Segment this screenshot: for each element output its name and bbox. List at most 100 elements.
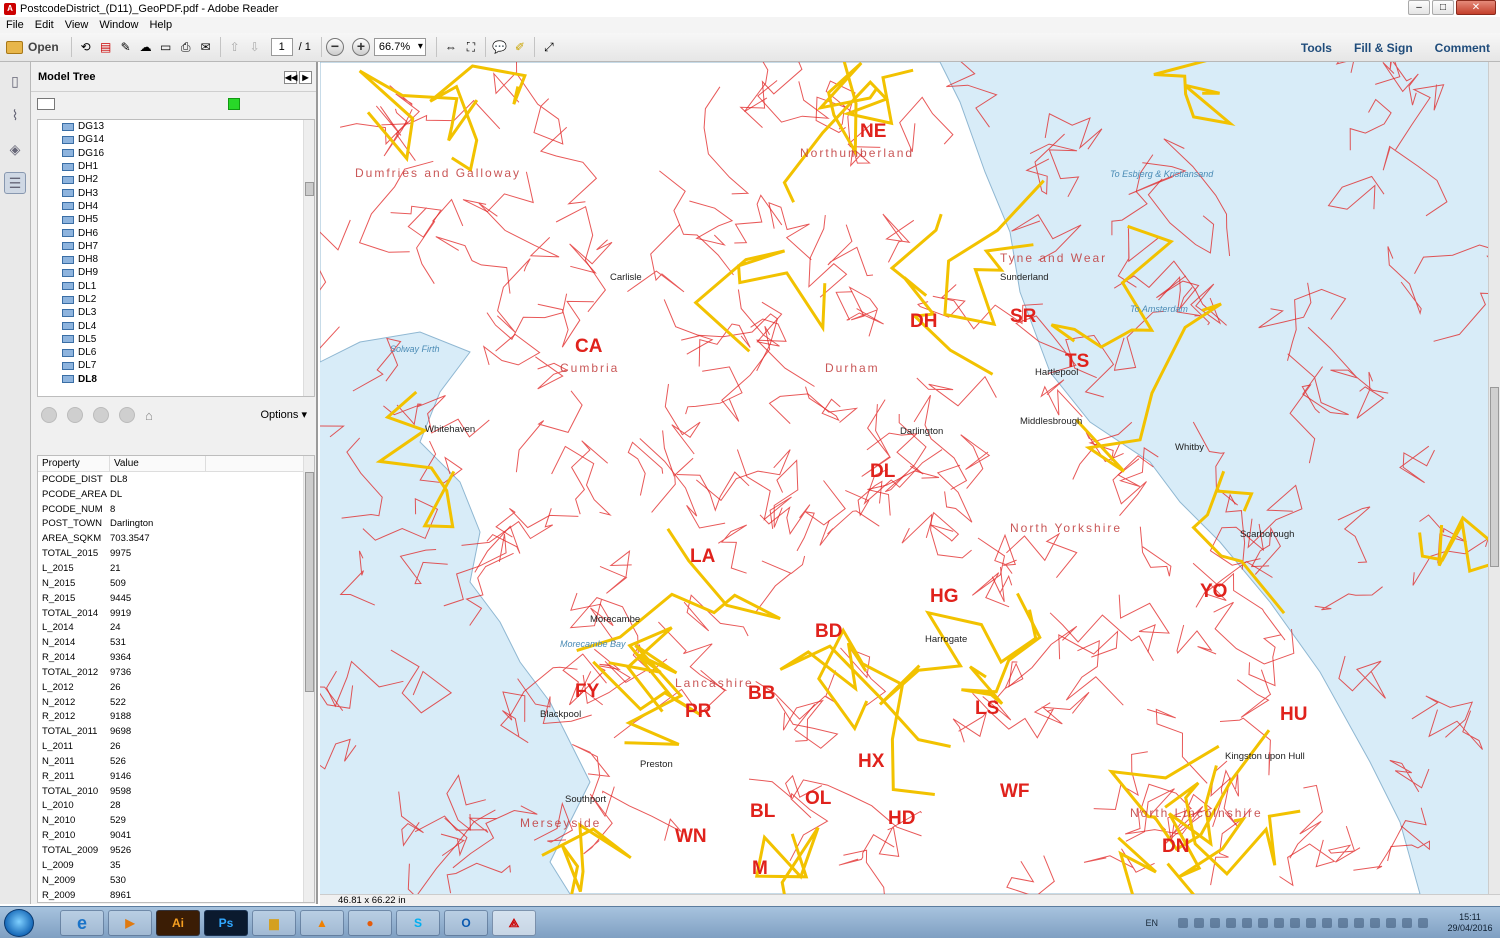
- status-bar: 46.81 x 66.22 in: [320, 894, 1500, 906]
- menu-file[interactable]: File: [6, 19, 24, 31]
- layer-icon: [62, 215, 74, 224]
- language-indicator[interactable]: EN: [1145, 918, 1158, 928]
- clock[interactable]: 15:11 29/04/2016: [1440, 912, 1500, 934]
- tray-icon[interactable]: [1306, 918, 1316, 928]
- options-menu[interactable]: Options ▾: [261, 408, 308, 421]
- tree-item[interactable]: DL1: [38, 280, 314, 293]
- tray-icon[interactable]: [1194, 918, 1204, 928]
- menu-window[interactable]: Window: [99, 19, 138, 31]
- tray-icon[interactable]: [1386, 918, 1396, 928]
- postcode-map[interactable]: NECADH SRTSDLYOHGBDLAFYPRBBLS HUHXWFOLBL HD…: [320, 62, 1488, 894]
- tree-item[interactable]: DH5: [38, 213, 314, 226]
- tree-item[interactable]: DL5: [38, 333, 314, 346]
- internet-explorer-icon[interactable]: e: [60, 910, 104, 936]
- adobe-reader-taskbar-icon[interactable]: ⟁: [492, 910, 536, 936]
- tree-item[interactable]: DL4: [38, 319, 314, 332]
- color-swatch[interactable]: [228, 98, 240, 110]
- properties-scrollbar[interactable]: [303, 456, 314, 902]
- sticky-note-icon[interactable]: 💬: [490, 38, 510, 56]
- zoom-select[interactable]: 66.7%: [373, 38, 426, 56]
- tree-scrollbar[interactable]: [303, 120, 314, 396]
- edit-icon[interactable]: ✎: [116, 38, 136, 56]
- firefox-icon[interactable]: ●: [348, 910, 392, 936]
- tree-item[interactable]: DL6: [38, 346, 314, 359]
- fit-width-icon[interactable]: ⇔: [441, 38, 461, 56]
- tray-icon[interactable]: [1258, 918, 1268, 928]
- open-button[interactable]: Open: [6, 36, 65, 58]
- document-viewport[interactable]: NE CA DH SR TS DL YO HG BD LA FY PR BB LS HU HX WF OL BL HD…: [320, 62, 1488, 894]
- panel-menu-icon[interactable]: ▶: [299, 71, 312, 84]
- property-key: POST_TOWN: [42, 518, 102, 530]
- zoom-in-button[interactable]: +: [351, 38, 370, 56]
- zoom-out-button[interactable]: −: [325, 38, 344, 56]
- attachments-icon[interactable]: ⌇: [4, 104, 26, 126]
- page-thumbnails-icon[interactable]: ▯: [4, 70, 26, 92]
- tray-icon[interactable]: [1354, 918, 1364, 928]
- print-icon[interactable]: ⎙: [176, 38, 196, 56]
- tree-item-label: DH5: [78, 214, 99, 226]
- highlight-icon[interactable]: ✐: [510, 38, 530, 56]
- model-tree-icon[interactable]: ☰: [4, 172, 26, 194]
- property-key: L_2015: [42, 562, 74, 574]
- outlook-icon[interactable]: O: [444, 910, 488, 936]
- tray-icon[interactable]: [1402, 918, 1412, 928]
- tree-item[interactable]: DH1: [38, 160, 314, 173]
- previous-page-icon[interactable]: ⇧: [225, 38, 245, 56]
- tree-item[interactable]: DH8: [38, 253, 314, 266]
- start-button[interactable]: [4, 909, 34, 937]
- viewport-scrollbar[interactable]: [1488, 62, 1500, 894]
- next-page-icon[interactable]: ⇩: [245, 38, 265, 56]
- export-pdf-icon[interactable]: ▤: [96, 38, 116, 56]
- full-screen-icon[interactable]: ⤢: [539, 38, 559, 56]
- tree-item[interactable]: DH2: [38, 173, 314, 186]
- layers-icon[interactable]: ◈: [4, 138, 26, 160]
- vlc-icon[interactable]: ▲: [300, 910, 344, 936]
- minimize-button[interactable]: –: [1408, 0, 1430, 15]
- save-icon[interactable]: ▭: [156, 38, 176, 56]
- skype-icon[interactable]: S: [396, 910, 440, 936]
- file-explorer-icon[interactable]: ▆: [252, 910, 296, 936]
- tree-item[interactable]: DG14: [38, 133, 314, 146]
- tree-item[interactable]: DH6: [38, 226, 314, 239]
- tray-icon[interactable]: [1178, 918, 1188, 928]
- tools-pane-button[interactable]: Tools: [1301, 41, 1332, 55]
- email-icon[interactable]: ✉: [196, 38, 216, 56]
- tray-icon[interactable]: [1210, 918, 1220, 928]
- tray-icon[interactable]: [1290, 918, 1300, 928]
- tree-item[interactable]: DH4: [38, 200, 314, 213]
- home-icon[interactable]: ⌂: [145, 408, 153, 423]
- horizontal-scrollbar[interactable]: [37, 432, 315, 444]
- tray-icon[interactable]: [1242, 918, 1252, 928]
- page-number-input[interactable]: 1: [270, 38, 293, 56]
- media-player-icon[interactable]: ▶: [108, 910, 152, 936]
- tray-icon[interactable]: [1226, 918, 1236, 928]
- menu-view[interactable]: View: [65, 19, 89, 31]
- tree-item[interactable]: DG16: [38, 147, 314, 160]
- tree-item[interactable]: DH7: [38, 240, 314, 253]
- menu-edit[interactable]: Edit: [35, 19, 54, 31]
- tree-item[interactable]: DH3: [38, 186, 314, 199]
- tree-item[interactable]: DL7: [38, 359, 314, 372]
- illustrator-icon[interactable]: Ai: [156, 910, 200, 936]
- close-button[interactable]: ✕: [1456, 0, 1496, 15]
- tree-item[interactable]: DG13: [38, 120, 314, 133]
- tree-item[interactable]: DL8: [38, 373, 314, 386]
- tray-icon[interactable]: [1338, 918, 1348, 928]
- comment-pane-button[interactable]: Comment: [1435, 41, 1490, 55]
- menu-help[interactable]: Help: [149, 19, 172, 31]
- photoshop-icon[interactable]: Ps: [204, 910, 248, 936]
- maximize-button[interactable]: □: [1432, 0, 1454, 15]
- tray-icon[interactable]: [1370, 918, 1380, 928]
- create-pdf-icon[interactable]: ⟲: [76, 38, 96, 56]
- view-options-icon[interactable]: [37, 98, 55, 110]
- tree-item[interactable]: DL2: [38, 293, 314, 306]
- tree-item[interactable]: DL3: [38, 306, 314, 319]
- tray-icon[interactable]: [1322, 918, 1332, 928]
- tree-item[interactable]: DH9: [38, 266, 314, 279]
- fit-page-icon[interactable]: ⛶: [461, 38, 481, 56]
- collapse-panel-icon[interactable]: ◀◀: [284, 71, 297, 84]
- tray-icon[interactable]: [1274, 918, 1284, 928]
- tray-icon[interactable]: [1418, 918, 1428, 928]
- fill-sign-pane-button[interactable]: Fill & Sign: [1354, 41, 1413, 55]
- upload-icon[interactable]: ☁: [136, 38, 156, 56]
